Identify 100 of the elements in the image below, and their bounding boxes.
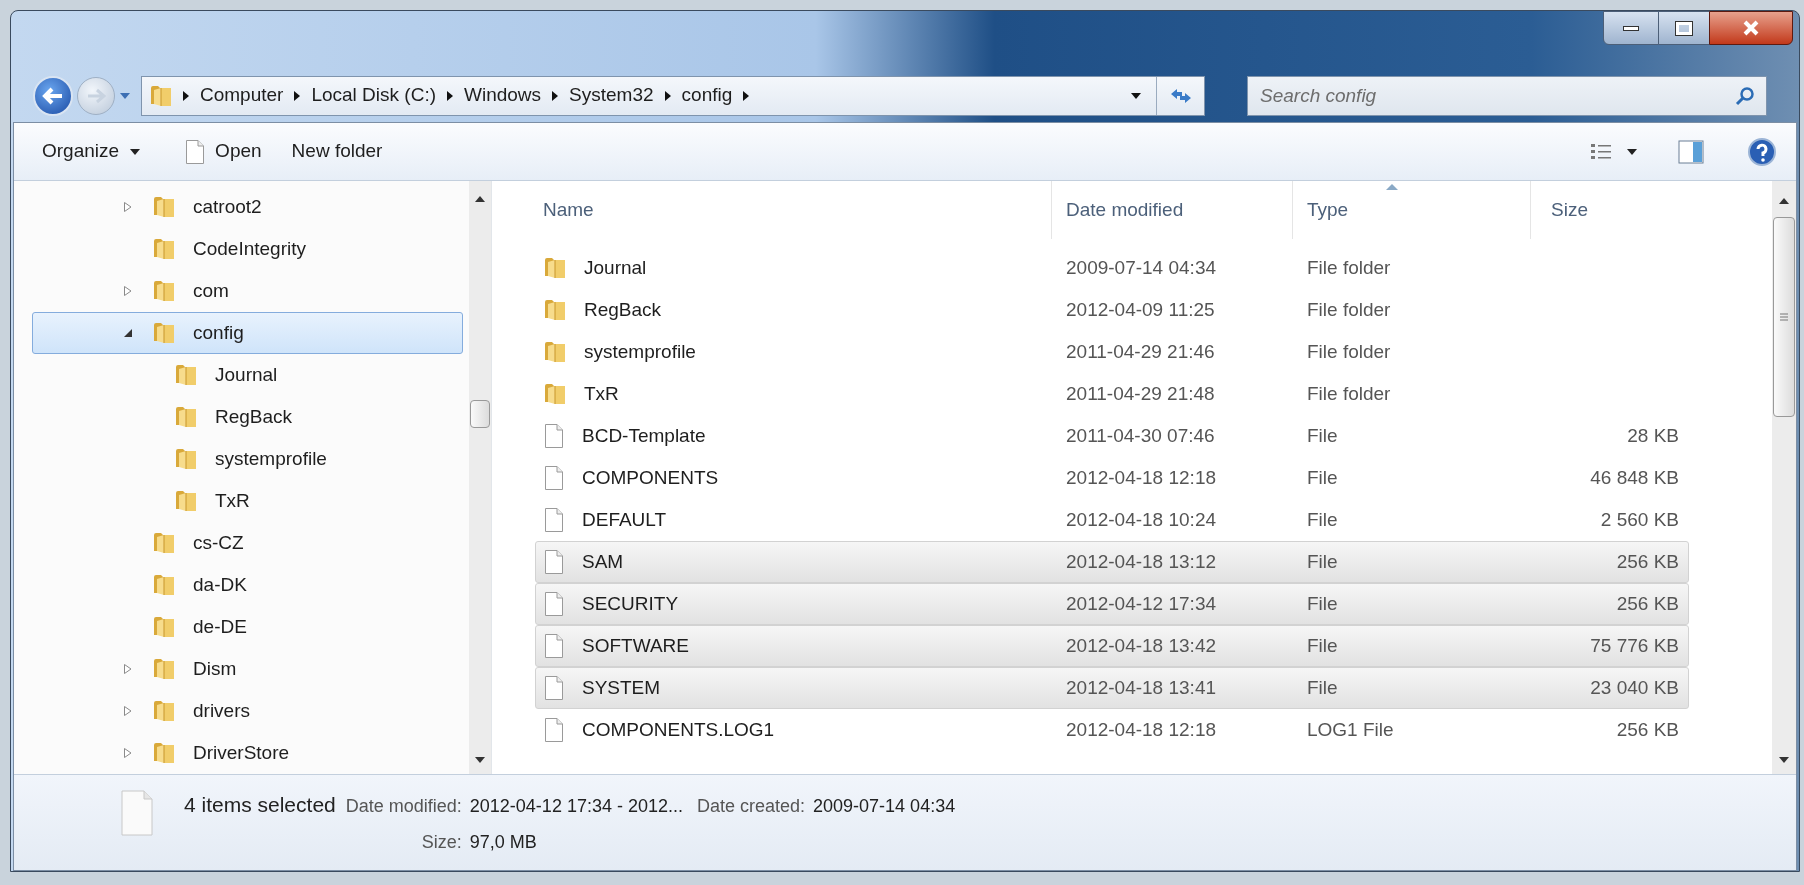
date-cell: 2012-04-18 12:18 bbox=[1066, 466, 1216, 488]
date-cell: 2009-07-14 04:34 bbox=[1066, 256, 1216, 278]
chevron-icon[interactable] bbox=[293, 89, 302, 102]
file-icon bbox=[544, 549, 564, 575]
file-icon bbox=[544, 465, 564, 491]
breadcrumb-link[interactable]: config bbox=[681, 81, 733, 110]
expanded-arrow-icon[interactable] bbox=[123, 328, 133, 338]
toolbar-button[interactable]: Open bbox=[185, 137, 262, 166]
chevron-icon[interactable] bbox=[663, 89, 672, 102]
tree-item[interactable]: catroot2 bbox=[32, 186, 463, 228]
scroll-down-icon[interactable] bbox=[474, 756, 486, 764]
address-bar[interactable]: Computer Local Disk (C:) Windows System32 config bbox=[141, 75, 1205, 116]
chevron-icon[interactable] bbox=[551, 89, 560, 102]
size-cell-text: 23 040 KB bbox=[1590, 675, 1679, 700]
collapsed-arrow-icon[interactable] bbox=[123, 285, 133, 297]
scroll-up-icon[interactable] bbox=[1778, 197, 1790, 205]
minimize-button[interactable] bbox=[1603, 11, 1659, 45]
folder-icon bbox=[175, 363, 197, 387]
tree-item[interactable]: DriverStore bbox=[32, 732, 463, 774]
column-header[interactable]: Date modified bbox=[1051, 181, 1292, 239]
detail-label: Date created: bbox=[697, 795, 806, 818]
tree-item[interactable]: TxR bbox=[32, 480, 463, 522]
tree-item[interactable]: com bbox=[32, 270, 463, 312]
organize-menu-button[interactable]: Organize bbox=[42, 137, 142, 166]
scroll-up-icon[interactable] bbox=[474, 195, 486, 203]
breadcrumb-link[interactable]: System32 bbox=[569, 81, 654, 110]
tree-item[interactable]: CodeIntegrity bbox=[32, 228, 463, 270]
file-name: SAM bbox=[582, 549, 624, 574]
type-cell: File bbox=[1307, 676, 1338, 698]
tree-item[interactable]: config bbox=[32, 312, 463, 354]
collapsed-arrow-icon[interactable] bbox=[123, 705, 133, 717]
date-cell: 2011-04-29 21:48 bbox=[1066, 382, 1215, 404]
column-header[interactable]: Type bbox=[1292, 181, 1530, 239]
maximize-button[interactable] bbox=[1659, 11, 1709, 45]
close-icon bbox=[1742, 20, 1760, 36]
type-cell: File folder bbox=[1307, 340, 1391, 362]
file-row[interactable]: BCD-Template 2011-04-30 07:46 File 28 KB bbox=[535, 415, 1689, 457]
file-row[interactable]: SYSTEM 2012-04-18 13:41 File 23 040 KB bbox=[535, 667, 1689, 709]
tree-item[interactable]: drivers bbox=[32, 690, 463, 732]
size-cell-text: 46 848 KB bbox=[1590, 465, 1679, 490]
file-row[interactable]: COMPONENTS.LOG1 2012-04-18 12:18 LOG1 File 256 KB bbox=[535, 709, 1689, 751]
scrollbar-thumb[interactable] bbox=[470, 400, 490, 428]
file-row[interactable]: systemprofile 2011-04-29 21:46 File folder bbox=[535, 331, 1689, 373]
chevron-icon[interactable] bbox=[446, 89, 454, 102]
file-name: SYSTEM bbox=[582, 675, 661, 700]
file-icon bbox=[185, 138, 206, 165]
collapsed-arrow-icon[interactable] bbox=[123, 201, 133, 213]
tree-item[interactable]: RegBack bbox=[32, 396, 463, 438]
file-row[interactable]: SOFTWARE 2012-04-18 13:42 File 75 776 KB bbox=[535, 625, 1689, 667]
chevron-icon[interactable] bbox=[742, 89, 751, 102]
recent-pages-caret-icon[interactable] bbox=[119, 91, 131, 100]
scrollbar-thumb[interactable] bbox=[1773, 217, 1795, 417]
tree-item[interactable]: cs-CZ bbox=[32, 522, 463, 564]
history-caret-icon[interactable] bbox=[1130, 91, 1142, 100]
breadcrumb-link[interactable]: Windows bbox=[464, 81, 542, 110]
tree-item[interactable]: Dism bbox=[32, 648, 463, 690]
file-row[interactable]: TxR 2011-04-29 21:48 File folder bbox=[535, 373, 1689, 415]
file-row[interactable]: Journal 2009-07-14 04:34 File folder bbox=[535, 247, 1689, 289]
back-button[interactable] bbox=[33, 75, 73, 116]
type-cell: File folder bbox=[1307, 298, 1391, 320]
file-name: DEFAULT bbox=[582, 507, 667, 532]
preview-pane-button[interactable] bbox=[1678, 139, 1704, 164]
date-cell: 2012-04-18 13:12 bbox=[1066, 550, 1216, 572]
help-button[interactable] bbox=[1748, 137, 1776, 166]
column-header[interactable]: Name bbox=[535, 181, 1051, 239]
file-row[interactable]: SAM 2012-04-18 13:12 File 256 KB bbox=[535, 541, 1689, 583]
maximize-icon bbox=[1676, 21, 1692, 35]
detail-label: Size: bbox=[420, 830, 462, 854]
breadcrumb-link[interactable]: Computer bbox=[200, 81, 284, 110]
file-row[interactable]: COMPONENTS 2012-04-18 12:18 File 46 848 KB bbox=[535, 457, 1689, 499]
list-scrollbar[interactable] bbox=[1772, 181, 1796, 774]
tree-item[interactable]: Journal bbox=[32, 354, 463, 396]
search-field[interactable]: Search config bbox=[1247, 75, 1767, 116]
date-cell: 2011-04-30 07:46 bbox=[1066, 424, 1215, 446]
toolbar-button[interactable]: New folder bbox=[291, 137, 383, 166]
close-button[interactable] bbox=[1709, 11, 1793, 45]
folder-icon bbox=[153, 531, 175, 555]
folder-icon bbox=[153, 741, 175, 765]
tree-item[interactable]: systemprofile bbox=[32, 438, 463, 480]
column-header[interactable]: Size bbox=[1530, 181, 1689, 239]
folder-icon bbox=[544, 298, 566, 322]
scroll-down-icon[interactable] bbox=[1778, 756, 1790, 764]
file-row[interactable]: RegBack 2012-04-09 11:25 File folder bbox=[535, 289, 1689, 331]
file-row[interactable]: SECURITY 2012-04-12 17:34 File 256 KB bbox=[535, 583, 1689, 625]
size-cell-text: 256 KB bbox=[1616, 549, 1679, 574]
file-icon bbox=[544, 591, 564, 617]
file-icon bbox=[120, 789, 154, 837]
search-icon[interactable] bbox=[1735, 85, 1755, 106]
view-options-button[interactable] bbox=[1590, 141, 1638, 162]
chevron-icon[interactable] bbox=[182, 89, 190, 102]
caret-icon bbox=[1626, 147, 1638, 156]
collapsed-arrow-icon[interactable] bbox=[123, 747, 133, 759]
tree-scrollbar[interactable] bbox=[469, 181, 491, 774]
file-row[interactable]: DEFAULT 2012-04-18 10:24 File 2 560 KB bbox=[535, 499, 1689, 541]
file-name: BCD-Template bbox=[582, 423, 706, 448]
collapsed-arrow-icon[interactable] bbox=[123, 663, 133, 675]
tree-item[interactable]: da-DK bbox=[32, 564, 463, 606]
file-name: SECURITY bbox=[582, 591, 679, 616]
breadcrumb-link[interactable]: Local Disk (C:) bbox=[311, 81, 436, 110]
tree-item[interactable]: de-DE bbox=[32, 606, 463, 648]
